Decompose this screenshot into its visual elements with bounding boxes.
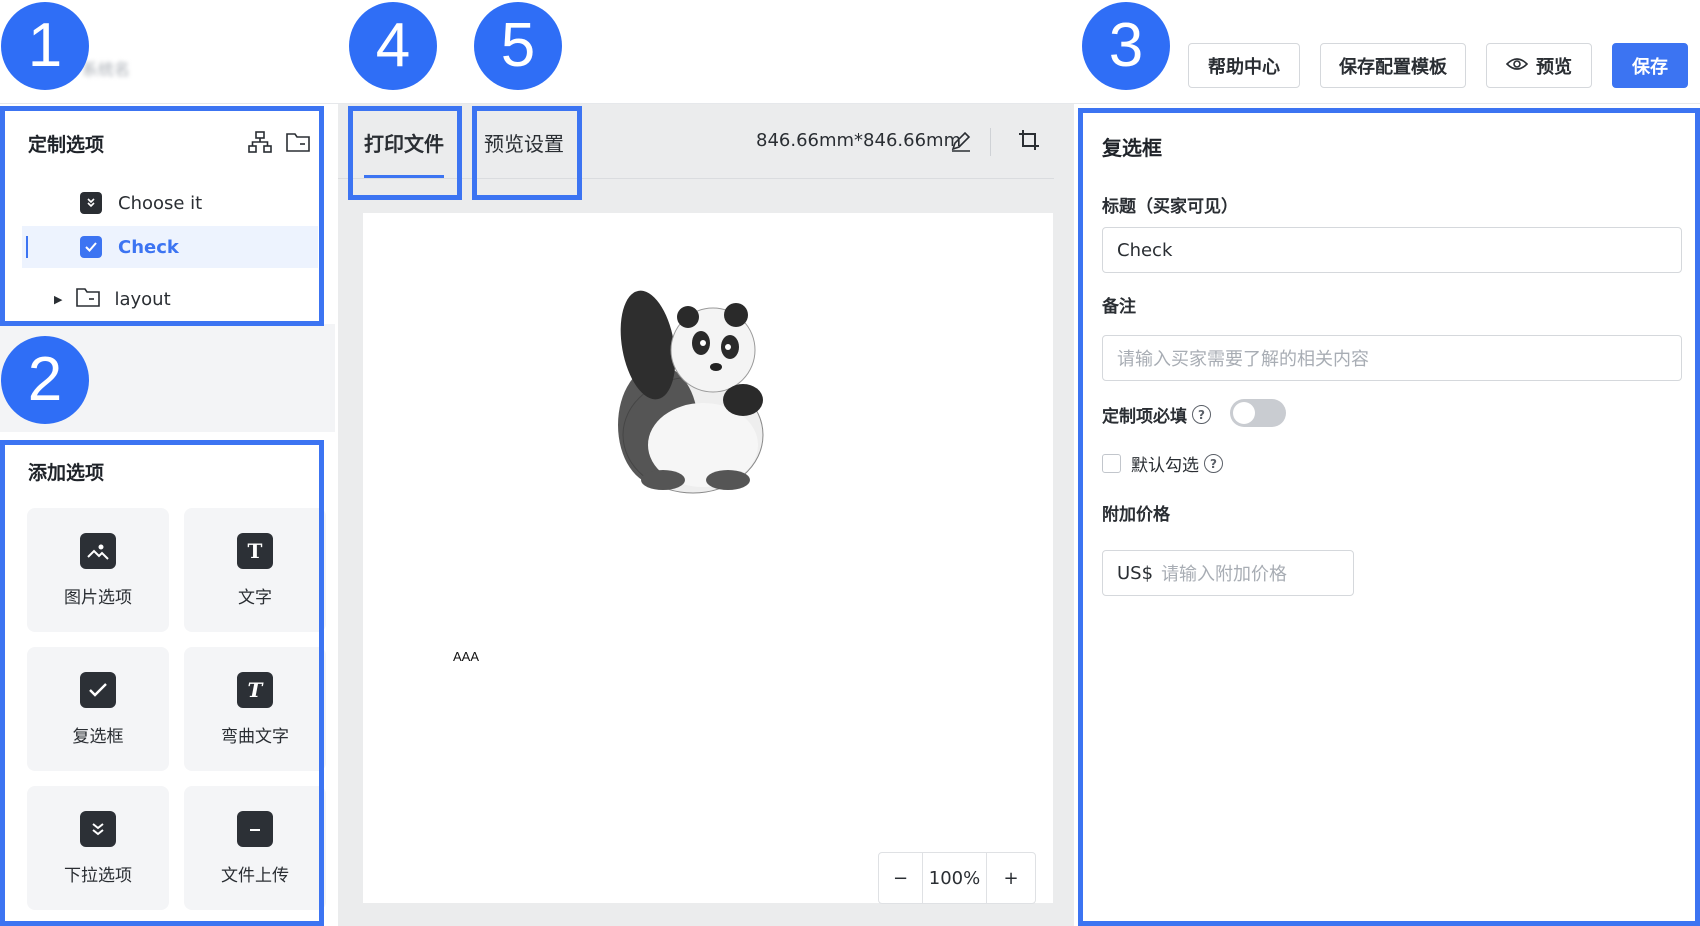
marker-4: 4 (349, 2, 437, 90)
app-title-blurred: 系统名 (82, 60, 131, 79)
panda-image[interactable] (608, 285, 778, 495)
crop-icon[interactable] (1018, 129, 1040, 155)
zoom-level: 100% (923, 853, 987, 903)
help-center-label: 帮助中心 (1208, 56, 1280, 78)
preview-button[interactable]: 预览 (1486, 43, 1592, 88)
highlight-print-tab (348, 106, 462, 200)
save-template-button[interactable]: 保存配置模板 (1320, 43, 1466, 88)
center-panel: 打印文件 预览设置 846.66mm*846.66mm AAA − 100% + (338, 104, 1074, 926)
save-template-label: 保存配置模板 (1339, 56, 1447, 78)
minus-icon: − (892, 867, 909, 889)
print-canvas[interactable]: AAA (363, 213, 1053, 903)
zoom-in-button[interactable]: + (987, 853, 1035, 903)
divider (990, 128, 991, 156)
marker-1: 1 (1, 2, 89, 90)
help-center-button[interactable]: 帮助中心 (1188, 43, 1300, 88)
preview-label: 预览 (1536, 56, 1572, 78)
marker-3: 3 (1082, 2, 1170, 90)
highlight-preview-tab (472, 106, 582, 200)
highlight-properties (1078, 108, 1700, 926)
marker-2: 2 (1, 336, 89, 424)
highlight-add-options (0, 440, 324, 926)
zoom-control: − 100% + (878, 852, 1036, 904)
save-button[interactable]: 保存 (1612, 43, 1688, 88)
canvas-text-element[interactable]: AAA (453, 649, 479, 664)
dimension-label: 846.66mm*846.66mm (756, 130, 962, 151)
top-bar: 系统名 帮助中心 保存配置模板 预览 保存 (0, 0, 1700, 104)
highlight-customize (0, 106, 324, 326)
eye-icon (1505, 55, 1529, 76)
plus-icon: + (1003, 867, 1019, 889)
marker-5: 5 (474, 2, 562, 90)
save-label: 保存 (1632, 56, 1668, 78)
edit-icon[interactable] (950, 130, 972, 156)
zoom-out-button[interactable]: − (879, 853, 923, 903)
